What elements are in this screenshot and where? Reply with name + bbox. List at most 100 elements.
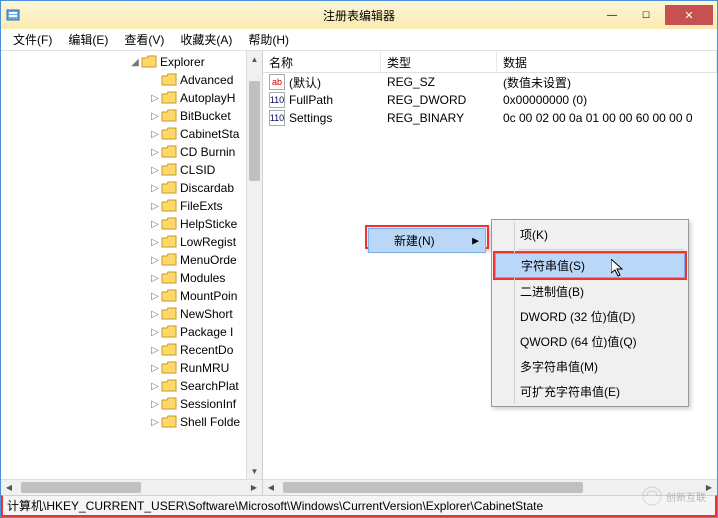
statusbar: 计算机\HKEY_CURRENT_USER\Software\Microsoft… bbox=[1, 495, 717, 517]
tree-label: MountPoin bbox=[180, 289, 237, 303]
maximize-button[interactable]: ☐ bbox=[629, 5, 663, 25]
expand-icon[interactable]: ▷ bbox=[149, 417, 161, 428]
tree-item[interactable]: ▷ RecentDo bbox=[1, 341, 262, 359]
menu-item-dword-value[interactable]: DWORD (32 位)值(D) bbox=[494, 304, 686, 329]
menu-item-key[interactable]: 项(K) bbox=[494, 222, 686, 247]
tree-item[interactable]: ▷ Modules bbox=[1, 269, 262, 287]
tree-label: SearchPlat bbox=[180, 379, 239, 393]
menu-view[interactable]: 查看(V) bbox=[116, 29, 172, 50]
titlebar[interactable]: 注册表编辑器 — ☐ ✕ bbox=[1, 1, 717, 29]
folder-icon bbox=[161, 415, 177, 429]
tree-vertical-scrollbar[interactable]: ▲ ▼ bbox=[246, 51, 262, 479]
tree-label: Shell Folde bbox=[180, 415, 240, 429]
scroll-left-icon[interactable]: ◀ bbox=[1, 483, 17, 492]
tree-label: FileExts bbox=[180, 199, 223, 213]
menu-item-expandstring-value[interactable]: 可扩充字符串值(E) bbox=[494, 379, 686, 404]
scroll-left-icon[interactable]: ◀ bbox=[263, 483, 279, 492]
expand-icon[interactable]: ▷ bbox=[149, 165, 161, 176]
scroll-thumb-h[interactable] bbox=[283, 482, 583, 493]
tree-item[interactable]: ▷CLSID bbox=[1, 161, 262, 179]
tree-item[interactable]: ▷ Shell Folde bbox=[1, 413, 262, 431]
expand-icon[interactable]: ▷ bbox=[149, 291, 161, 302]
tree-item[interactable]: ▷ NewShort bbox=[1, 305, 262, 323]
menu-item-binary-value[interactable]: 二进制值(B) bbox=[494, 279, 686, 304]
value-row[interactable]: 110SettingsREG_BINARY0c 00 02 00 0a 01 0… bbox=[263, 109, 717, 127]
col-data[interactable]: 数据 bbox=[497, 51, 717, 72]
tree-label: SessionInf bbox=[180, 397, 236, 411]
tree-item-explorer[interactable]: ◢ Explorer bbox=[1, 53, 262, 71]
menu-favorites[interactable]: 收藏夹(A) bbox=[172, 29, 240, 50]
tree-label: Modules bbox=[180, 271, 225, 285]
tree-label: RecentDo bbox=[180, 343, 233, 357]
expand-icon[interactable]: ▷ bbox=[149, 309, 161, 320]
folder-icon bbox=[161, 271, 177, 285]
value-data: (数值未设置) bbox=[497, 74, 717, 91]
context-submenu-new-value: 项(K) 字符串值(S) 二进制值(B) DWORD (32 位)值(D) QW… bbox=[491, 219, 689, 407]
tree-item[interactable]: ▷AutoplayH bbox=[1, 89, 262, 107]
value-row[interactable]: 110FullPathREG_DWORD0x00000000 (0) bbox=[263, 91, 717, 109]
expand-icon[interactable]: ▷ bbox=[149, 219, 161, 230]
menu-file[interactable]: 文件(F) bbox=[5, 29, 60, 50]
tree-item[interactable]: ▷BitBucket bbox=[1, 107, 262, 125]
collapse-icon[interactable]: ◢ bbox=[129, 57, 141, 68]
folder-icon bbox=[161, 307, 177, 321]
expand-icon[interactable]: ▷ bbox=[149, 111, 161, 122]
expand-icon[interactable]: ▷ bbox=[149, 129, 161, 140]
expand-icon[interactable]: ▷ bbox=[149, 273, 161, 284]
expand-icon[interactable]: ▷ bbox=[149, 147, 161, 158]
menu-help[interactable]: 帮助(H) bbox=[240, 29, 297, 50]
expand-icon[interactable]: ▷ bbox=[149, 399, 161, 410]
menu-item-new[interactable]: 新建(N) ▶ bbox=[368, 228, 486, 253]
tree-label: NewShort bbox=[180, 307, 233, 321]
expand-icon[interactable]: ▷ bbox=[149, 327, 161, 338]
tree-item[interactable]: ▷HelpSticke bbox=[1, 215, 262, 233]
expand-icon[interactable]: ▷ bbox=[149, 93, 161, 104]
value-type: REG_BINARY bbox=[381, 111, 497, 125]
close-button[interactable]: ✕ bbox=[665, 5, 713, 25]
tree-horizontal-scrollbar[interactable]: ◀ ▶ bbox=[1, 479, 262, 495]
expand-icon[interactable]: ▷ bbox=[149, 381, 161, 392]
folder-icon bbox=[161, 289, 177, 303]
scroll-down-icon[interactable]: ▼ bbox=[247, 463, 262, 479]
expand-icon[interactable]: ▷ bbox=[149, 345, 161, 356]
value-type: REG_DWORD bbox=[381, 93, 497, 107]
tree-item[interactable]: ▷Discardab bbox=[1, 179, 262, 197]
tree-item[interactable]: ▷ SearchPlat bbox=[1, 377, 262, 395]
menu-item-multistring-value[interactable]: 多字符串值(M) bbox=[494, 354, 686, 379]
folder-icon bbox=[161, 343, 177, 357]
tree-item[interactable]: Advanced bbox=[1, 71, 262, 89]
expand-icon[interactable]: ▷ bbox=[149, 183, 161, 194]
menu-edit[interactable]: 编辑(E) bbox=[60, 29, 116, 50]
scroll-thumb-h[interactable] bbox=[21, 482, 141, 493]
minimize-button[interactable]: — bbox=[595, 5, 629, 25]
menu-item-qword-value[interactable]: QWORD (64 位)值(Q) bbox=[494, 329, 686, 354]
folder-icon bbox=[161, 361, 177, 375]
scroll-up-icon[interactable]: ▲ bbox=[247, 51, 262, 67]
scroll-right-icon[interactable]: ▶ bbox=[246, 483, 262, 492]
tree-item[interactable]: ▷CD Burnin bbox=[1, 143, 262, 161]
tree-item[interactable]: ▷CabinetSta bbox=[1, 125, 262, 143]
value-row[interactable]: ab(默认)REG_SZ(数值未设置) bbox=[263, 73, 717, 91]
folder-icon bbox=[161, 379, 177, 393]
scroll-thumb[interactable] bbox=[249, 81, 260, 181]
value-type: REG_SZ bbox=[381, 75, 497, 89]
tree-item[interactable]: ▷LowRegist bbox=[1, 233, 262, 251]
tree-item[interactable]: ▷ MountPoin bbox=[1, 287, 262, 305]
window-controls: — ☐ ✕ bbox=[595, 5, 713, 25]
tree-item[interactable]: ▷RunMRU bbox=[1, 359, 262, 377]
folder-icon bbox=[161, 253, 177, 267]
folder-icon bbox=[161, 199, 177, 213]
tree-label: Explorer bbox=[160, 55, 205, 69]
expand-icon[interactable]: ▷ bbox=[149, 363, 161, 374]
expand-icon[interactable]: ▷ bbox=[149, 255, 161, 266]
tree-item[interactable]: ▷ FileExts bbox=[1, 197, 262, 215]
col-name[interactable]: 名称 bbox=[263, 51, 381, 72]
folder-icon bbox=[161, 325, 177, 339]
tree-item[interactable]: ▷MenuOrde bbox=[1, 251, 262, 269]
col-type[interactable]: 类型 bbox=[381, 51, 497, 72]
menu-item-string-value[interactable]: 字符串值(S) bbox=[495, 253, 685, 278]
expand-icon[interactable]: ▷ bbox=[149, 201, 161, 212]
expand-icon[interactable]: ▷ bbox=[149, 237, 161, 248]
tree-item[interactable]: ▷ SessionInf bbox=[1, 395, 262, 413]
tree-item[interactable]: ▷Package I bbox=[1, 323, 262, 341]
